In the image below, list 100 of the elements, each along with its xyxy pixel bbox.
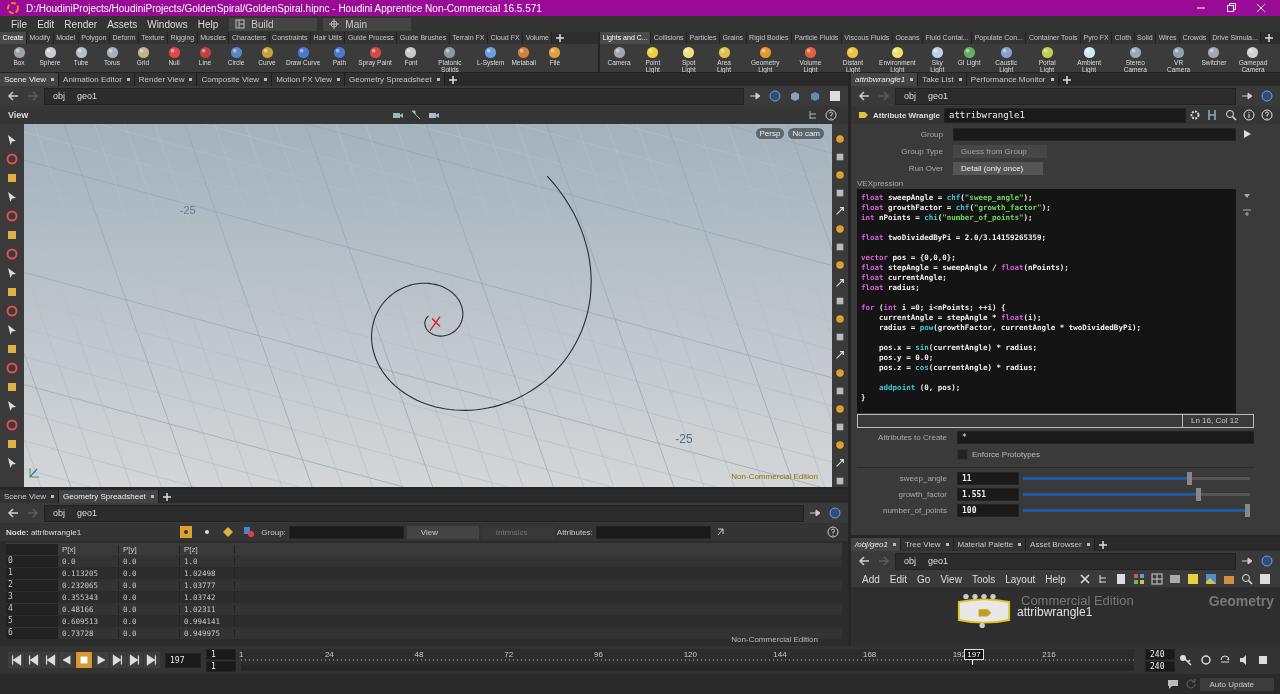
pane-tab[interactable]: Render View [134,73,198,86]
square-icon[interactable] [835,476,845,486]
code-editor[interactable] [857,189,1236,413]
menu-item[interactable]: Windows [142,18,193,30]
column-header[interactable]: P[z] [180,544,235,554]
square-icon[interactable] [829,90,841,102]
path-segment[interactable]: obj [902,91,916,101]
arrow-icon[interactable] [6,400,18,412]
pane-tab[interactable]: Composite View [197,73,273,86]
arrow-icon[interactable] [6,457,18,469]
menu-item[interactable]: File [6,18,33,30]
arrow-icon[interactable] [1242,129,1252,139]
slider[interactable] [1023,487,1250,501]
plus-icon[interactable] [556,34,565,42]
box-icon[interactable] [1223,573,1235,585]
plus-icon[interactable] [1062,75,1071,84]
circle-icon[interactable] [835,314,845,324]
path-segment[interactable]: geo1 [75,91,98,101]
tree-icon[interactable] [1097,573,1109,585]
pane-tab[interactable]: Performance Monitor [966,73,1059,86]
group-field[interactable] [953,127,1236,141]
path-field[interactable]: obj geo1 [895,87,1236,105]
loop-icon[interactable] [1219,654,1231,666]
square-icon[interactable] [835,422,845,432]
menu-item[interactable]: Assets [102,18,143,30]
path-field[interactable]: obj geo1 [44,504,804,522]
start-frame-field[interactable]: 1 [206,660,236,672]
diamond-icon[interactable] [222,526,235,538]
update-mode-menu[interactable]: Auto Update [1199,677,1274,691]
slider[interactable] [1023,471,1250,485]
arrow-icon[interactable] [6,267,18,279]
arrow-icon[interactable] [835,350,845,360]
node-name-field[interactable]: attribwrangle1 [943,107,1186,123]
path-segment[interactable]: obj [51,91,65,101]
square-icon[interactable] [835,386,845,396]
checkbox[interactable] [957,448,968,460]
path-segment[interactable]: geo1 [926,556,949,566]
run-over-menu[interactable]: Detail (only once) [953,161,1044,175]
desktop-menu[interactable]: Build [229,17,318,31]
back-arrow-icon[interactable] [858,90,870,102]
pane-tab[interactable]: Geometry Spreadsheet [59,490,159,503]
step-button[interactable] [8,652,24,668]
play-button[interactable] [93,652,109,668]
column-header[interactable]: P[y] [119,544,180,554]
pin-icon[interactable] [749,90,761,102]
pane-tab[interactable]: Tree View [900,538,954,551]
square-icon[interactable] [6,286,18,298]
square-icon[interactable] [6,343,18,355]
shapes-icon[interactable] [243,526,256,538]
pane-tab[interactable]: /obj/geo1 [851,538,901,551]
step-button[interactable] [42,652,58,668]
circle-icon[interactable] [835,224,845,234]
circle-icon[interactable] [835,368,845,378]
grid-icon[interactable] [1151,573,1163,585]
search-icon[interactable] [1225,109,1237,121]
square-icon[interactable] [6,381,18,393]
path-segment[interactable]: obj [51,508,65,518]
frame-field[interactable]: 197 [165,652,201,668]
path-segment[interactable]: obj [902,556,916,566]
square-icon[interactable] [6,229,18,241]
square-icon[interactable] [835,332,845,342]
arrow-icon[interactable] [6,324,18,336]
start-frame-field[interactable]: 1 [206,648,236,660]
square-icon[interactable] [835,152,845,162]
arrow-icon[interactable] [835,206,845,216]
wrench-icon[interactable] [1079,573,1091,585]
end-frame-field[interactable]: 240 [1145,660,1175,672]
path-field[interactable]: obj geo1 [44,87,744,105]
pane-tab[interactable]: Scene View [0,490,60,503]
help-icon[interactable] [1261,109,1273,121]
menu-item[interactable]: Render [59,18,103,30]
value-field[interactable]: 100 [957,503,1019,517]
square-icon[interactable] [6,172,18,184]
menu-item[interactable]: Edit [32,18,60,30]
context-menu[interactable]: Main [323,17,412,31]
plus-icon[interactable] [448,75,457,84]
plus-icon[interactable] [1265,34,1274,42]
end-frame-field[interactable]: 240 [1145,648,1175,660]
pane-tab[interactable]: Scene View [0,73,60,86]
pane-tab[interactable]: Material Palette [953,538,1027,551]
help-icon[interactable] [827,526,839,538]
playhead-marker[interactable]: 197 [964,649,984,660]
value-field[interactable]: 11 [957,471,1019,485]
square-icon[interactable] [835,296,845,306]
camera-menu[interactable]: Persp [755,128,785,139]
back-arrow-icon[interactable] [7,90,19,102]
image-icon[interactable] [1205,573,1217,585]
pin-icon[interactable] [1241,90,1253,102]
cube-icon[interactable] [809,90,821,102]
square-icon[interactable] [835,242,845,252]
group-field[interactable] [288,525,404,539]
path-segment[interactable]: geo1 [926,91,949,101]
menu-item[interactable]: Add [857,573,885,585]
step-button[interactable] [144,652,160,668]
plus-icon[interactable] [162,492,171,501]
back-arrow-icon[interactable] [858,555,870,567]
circle-icon[interactable] [835,134,845,144]
attributes-field[interactable]: * [957,430,1254,444]
menu-item[interactable]: Tools [966,573,1001,585]
step-button[interactable] [127,652,143,668]
